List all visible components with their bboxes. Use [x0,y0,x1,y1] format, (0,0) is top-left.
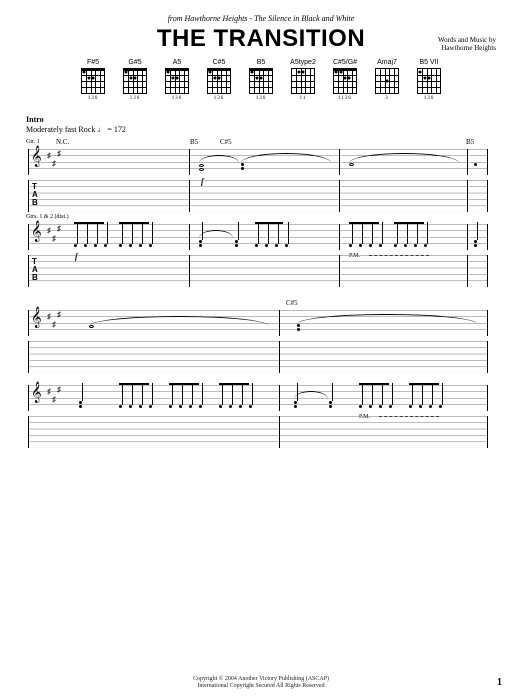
treble-clef-icon: 𝄞 [31,147,42,165]
chord-name: G#5 [128,59,141,66]
chord-fingering: 136 [424,96,435,101]
chord-name: A5 [173,59,182,66]
chord-grid [291,68,315,94]
key-sharp-icon: ♯ [52,159,56,168]
treble-clef-icon: 𝄞 [31,383,42,401]
standard-notation-staff: 𝄞 ♯ ♯ ♯ f [28,149,488,175]
chord-marker: C#5 [286,299,298,307]
chord-fingering: 11 [300,96,307,101]
chord-grid [417,68,441,94]
sheet-music-page: from Hawthorne Heights - The Silence in … [0,0,522,470]
chord-name: A5type2 [290,59,316,66]
key-sharp-icon: ♯ [52,234,56,243]
chord-fingering: 1136 [338,96,352,101]
tab-clef-icon: TAB [32,183,38,207]
notation-system-3: C#5 𝄞 ♯ ♯ ♯ [26,299,496,373]
chord-fingering: 136 [130,96,141,101]
tablature-staff [28,341,488,373]
credit-line-2: Hawthorne Heights [438,44,496,52]
chord-grid [123,68,147,94]
notation-system-2: Gtrs. 1 & 2 (dist.) 𝄞 ♯ ♯ ♯ [26,224,496,287]
key-sharp-icon: ♯ [52,320,56,329]
chord-marker: B5 [190,138,198,146]
chord-name: B5 [257,59,266,66]
chord-fingering: 136 [172,96,183,101]
key-sharp-icon: ♯ [47,312,51,321]
standard-notation-staff: 𝄞 ♯ ♯ ♯ [28,385,488,411]
song-title: THE TRANSITION [26,25,496,53]
copyright-line-2: International Copyright Secured All Righ… [0,683,522,690]
chord-grid [165,68,189,94]
chord-diagram: F#5 136 [78,59,108,101]
chord-markers: N.C. B5 C#5 B5 [26,138,496,148]
chord-diagram: A5type2 11 [288,59,318,101]
tablature-staff: TAB [28,255,488,287]
chord-name: F#5 [87,59,99,66]
treble-clef-icon: 𝄞 [31,308,42,326]
chord-grid [333,68,357,94]
guitar-label: Gtr. 1 [26,139,40,145]
key-sharp-icon: ♯ [47,226,51,235]
notation-system-4: 𝄞 ♯ ♯ ♯ [26,385,496,448]
copyright-line-1: Copyright © 2004 Another Victory Publish… [0,676,522,683]
treble-clef-icon: 𝄞 [31,222,42,240]
credit-block: Words and Music by Hawthorne Heights [438,36,496,53]
section-label-intro: Intro [26,115,496,124]
chord-diagram: B5 136 [246,59,276,101]
chord-fingering: 3 [385,96,389,101]
chord-markers: C#5 [26,299,496,309]
tablature-staff: TAB [28,180,488,212]
chord-marker: B5 [466,138,474,146]
tempo-marking: Moderately fast Rock ♩ = 172 [26,125,496,134]
chord-fingering: 136 [88,96,99,101]
chord-marker: N.C. [56,138,69,146]
chord-grid [81,68,105,94]
source-line: from Hawthorne Heights - The Silence in … [26,14,496,23]
guitar-label: Gtrs. 1 & 2 (dist.) [26,214,69,220]
chord-fingering: 136 [256,96,267,101]
credit-line-1: Words and Music by [438,36,496,44]
key-sharp-icon: ♯ [57,385,61,394]
chord-diagram: G#5 136 [120,59,150,101]
key-sharp-icon: ♯ [57,149,61,158]
key-sharp-icon: ♯ [52,395,56,404]
chord-diagram: B5 VII 136 [414,59,444,101]
tab-clef-icon: TAB [32,258,38,282]
key-sharp-icon: ♯ [47,387,51,396]
notation-system-1: N.C. B5 C#5 B5 Gtr. 1 𝄞 ♯ ♯ ♯ [26,138,496,212]
chord-name: Amaj7 [377,59,397,66]
chord-diagram: C#5 136 [204,59,234,101]
from-prefix: from Hawthorne Heights - [168,14,254,23]
page-number: 1 [497,677,502,688]
chord-diagram: Amaj7 3 [372,59,402,101]
chord-name: C#5 [213,59,226,66]
tablature-staff [28,416,488,448]
copyright-footer: Copyright © 2004 Another Victory Publish… [0,676,522,690]
chord-grid [249,68,273,94]
chord-name: B5 VII [419,59,438,66]
standard-notation-staff: 𝄞 ♯ ♯ ♯ [28,224,488,250]
chord-diagram: C#5/G# 1136 [330,59,360,101]
chord-name: C#5/G# [333,59,357,66]
standard-notation-staff: 𝄞 ♯ ♯ ♯ [28,310,488,336]
chord-grid [207,68,231,94]
key-sharp-icon: ♯ [57,224,61,233]
key-sharp-icon: ♯ [57,310,61,319]
chord-diagram: A5 136 [162,59,192,101]
album-title: The Silence in Black and White [254,14,354,23]
chord-diagram-row: F#5 136 G#5 136 A5 [26,59,496,101]
chord-marker: C#5 [220,138,232,146]
key-sharp-icon: ♯ [47,151,51,160]
chord-grid [375,68,399,94]
chord-fingering: 136 [214,96,225,101]
